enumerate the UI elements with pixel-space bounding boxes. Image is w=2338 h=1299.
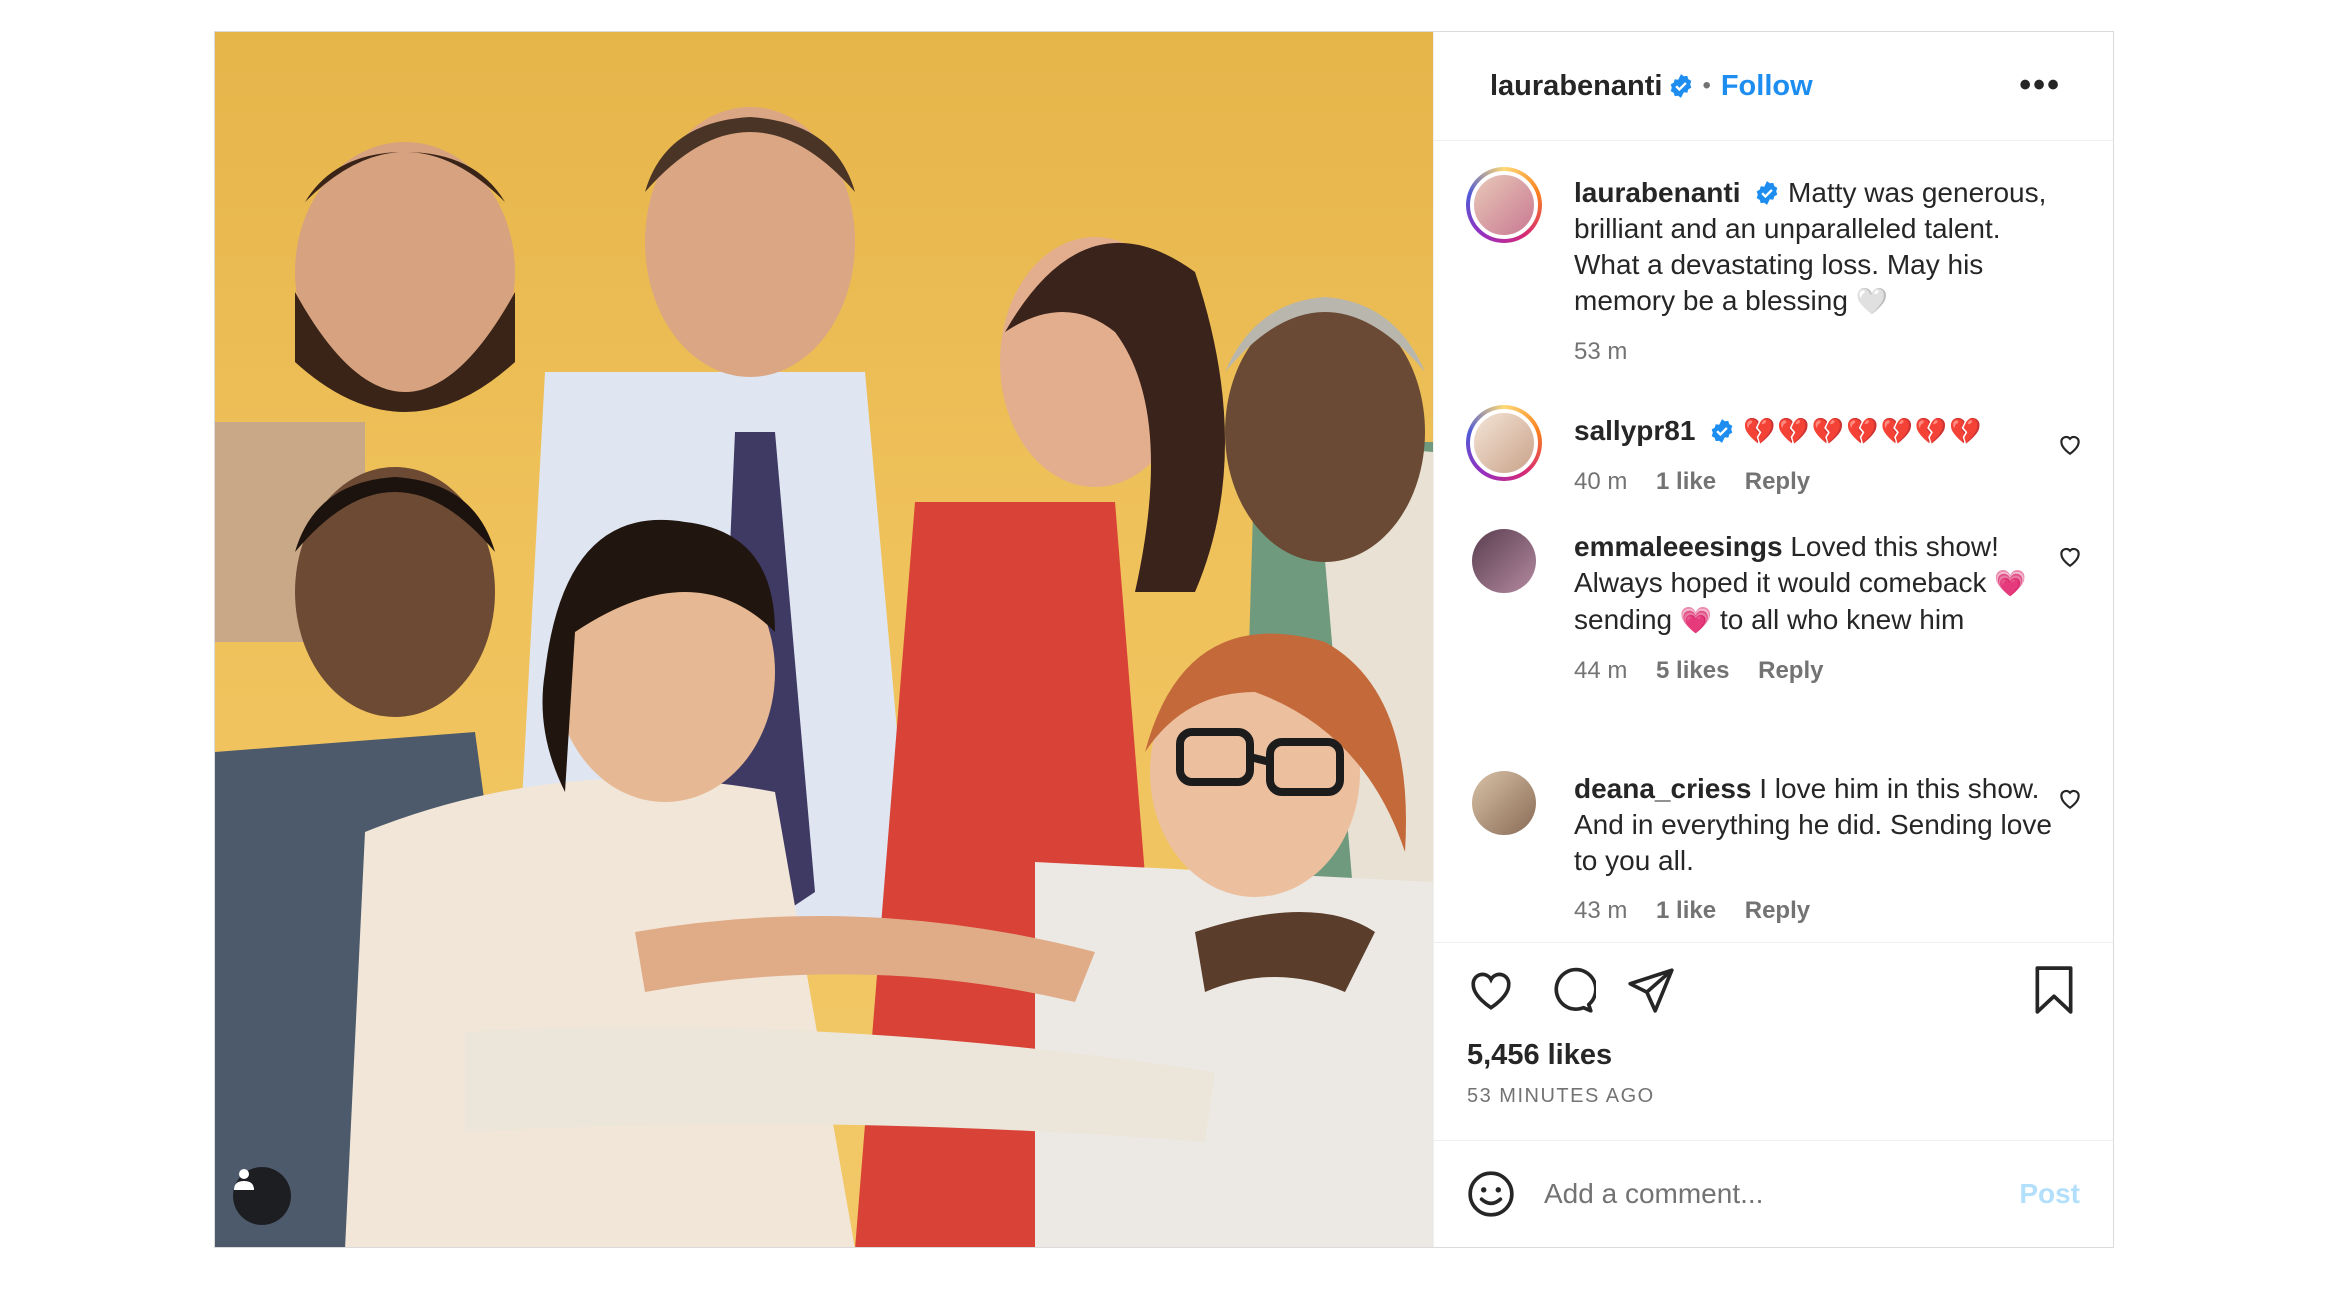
comment-composer: Add a comment... Post [1434, 1140, 2113, 1247]
heart-icon[interactable] [1466, 965, 1516, 1015]
avatar[interactable] [1466, 405, 1542, 481]
comment-input[interactable]: Add a comment... [1544, 1178, 2019, 1210]
comment-time: 43 m [1574, 897, 1628, 924]
like-comment-heart-icon[interactable] [2057, 785, 2083, 811]
more-options-icon[interactable]: ••• [2019, 66, 2061, 105]
bookmark-icon[interactable] [2031, 965, 2077, 1015]
post-actions: 5,456 likes 53 MINUTES AGO [1434, 942, 2113, 1173]
pink-heart-emoji: 💗 [1679, 606, 1713, 636]
comment-text: 💔💔💔💔💔💔💔 [1742, 417, 1984, 447]
follow-button[interactable]: Follow [1721, 70, 1813, 103]
comment-item: emmaleeesings Loved this show! Always ho… [1466, 529, 2083, 689]
instagram-post: laurabenanti • Follow ••• laurabenanti M… [214, 31, 2114, 1248]
post-photo[interactable] [215, 32, 1434, 1247]
comment-likes[interactable]: 5 likes [1656, 657, 1729, 684]
cast-group-photo [215, 107, 1433, 1247]
verified-badge-icon [1671, 74, 1692, 98]
comment-time: 40 m [1574, 468, 1628, 495]
share-icon[interactable] [1626, 965, 1676, 1015]
caption: laurabenanti Matty was generous, brillia… [1466, 167, 2083, 370]
comment-text-end: to all who knew him [1720, 604, 1965, 635]
comment-likes[interactable]: 1 like [1656, 897, 1716, 924]
verified-badge-icon [1756, 181, 1778, 205]
avatar[interactable] [1466, 167, 1542, 243]
comment-item: deana_criess I love him in this show. An… [1466, 771, 2083, 929]
caption-username[interactable]: laurabenanti [1574, 177, 1740, 208]
post-header: laurabenanti • Follow ••• [1434, 32, 2113, 141]
comment-text-continued: sending [1574, 604, 1673, 635]
caption-time: 53 m [1574, 338, 1628, 365]
like-comment-heart-icon[interactable] [2057, 431, 2083, 457]
likes-count[interactable]: 5,456 likes [1467, 1039, 1612, 1072]
comment-icon[interactable] [1546, 965, 1596, 1015]
header-username[interactable]: laurabenanti [1490, 70, 1662, 103]
header-separator: • [1702, 72, 1711, 99]
reply-button[interactable]: Reply [1758, 657, 1823, 684]
like-comment-heart-icon[interactable] [2057, 543, 2083, 569]
white-heart-emoji: 🤍 [1855, 287, 1889, 317]
tagged-people-button[interactable] [233, 1167, 291, 1225]
comment-item: sallypr81 💔💔💔💔💔💔💔 40 m 1 like Reply [1466, 405, 2083, 500]
verified-badge-icon [1711, 419, 1733, 443]
avatar[interactable] [1472, 529, 1536, 593]
pink-heart-emoji: 💗 [1994, 569, 2027, 599]
avatar[interactable] [1472, 771, 1536, 835]
comment-username[interactable]: deana_criess [1574, 773, 1751, 804]
emoji-picker-icon[interactable] [1466, 1169, 1516, 1219]
person-icon [234, 1169, 254, 1190]
post-sidebar: laurabenanti • Follow ••• laurabenanti M… [1434, 32, 2113, 1247]
comment-username[interactable]: sallypr81 [1574, 415, 1695, 446]
reply-button[interactable]: Reply [1745, 897, 1810, 924]
comment-username[interactable]: emmaleeesings [1574, 531, 1783, 562]
comment-time: 44 m [1574, 657, 1628, 684]
comments-list[interactable]: laurabenanti Matty was generous, brillia… [1434, 141, 2113, 941]
post-comment-button[interactable]: Post [2019, 1178, 2080, 1210]
posted-time: 53 MINUTES AGO [1467, 1085, 1655, 1107]
comment-likes[interactable]: 1 like [1656, 468, 1716, 495]
reply-button[interactable]: Reply [1745, 468, 1810, 495]
